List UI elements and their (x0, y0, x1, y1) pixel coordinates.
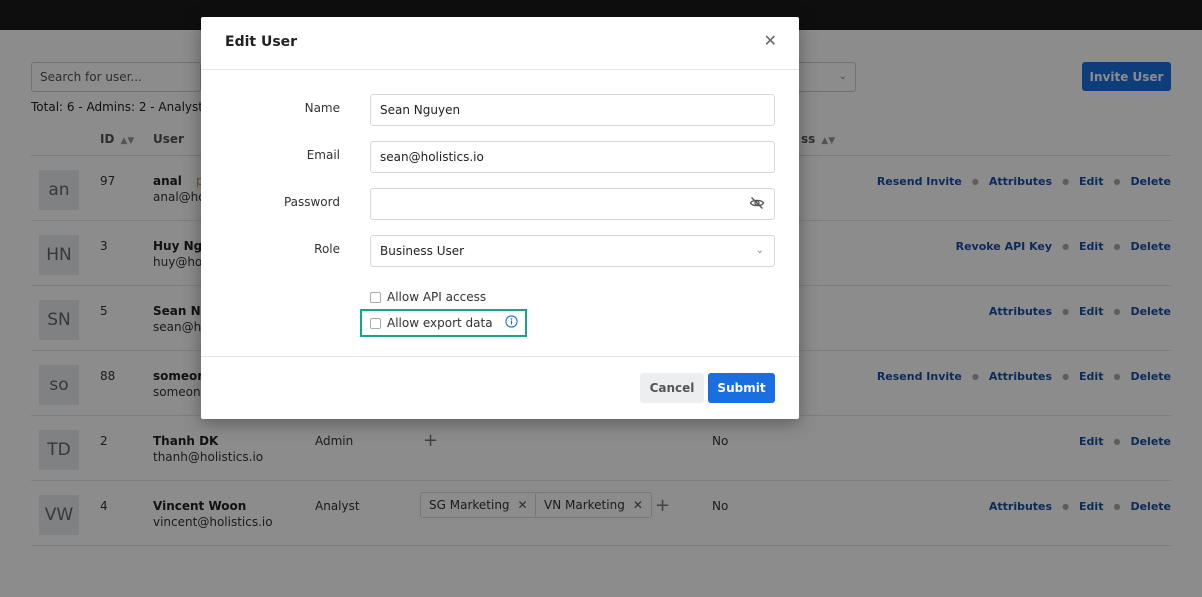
allow-api-access-label: Allow API access (387, 290, 487, 304)
submit-button[interactable]: Submit (708, 373, 775, 403)
edit-user-dialog: Edit User ✕ Name Email Password Role Bus… (201, 17, 799, 419)
password-field (370, 188, 775, 220)
role-select[interactable]: Business User ⌄ (370, 235, 775, 267)
allow-api-access-checkbox[interactable] (370, 291, 381, 303)
chevron-down-icon: ⌄ (755, 245, 764, 256)
role-selected-value: Business User (380, 244, 465, 258)
close-icon[interactable]: ✕ (764, 31, 777, 50)
name-label: Name (304, 101, 340, 115)
email-input[interactable] (370, 141, 775, 173)
password-input[interactable] (370, 188, 775, 220)
dialog-footer: Cancel Submit (201, 356, 799, 419)
eye-slash-icon[interactable] (749, 195, 765, 214)
dialog-title: Edit User (225, 34, 298, 50)
email-label: Email (306, 148, 340, 162)
dialog-header: Edit User ✕ (201, 17, 799, 70)
allow-api-access-option[interactable]: Allow API access (370, 290, 486, 304)
cancel-button[interactable]: Cancel (640, 373, 704, 403)
password-label: Password (283, 195, 340, 209)
name-input[interactable] (370, 94, 775, 126)
focus-highlight-box (360, 309, 527, 337)
role-label: Role (314, 242, 340, 256)
